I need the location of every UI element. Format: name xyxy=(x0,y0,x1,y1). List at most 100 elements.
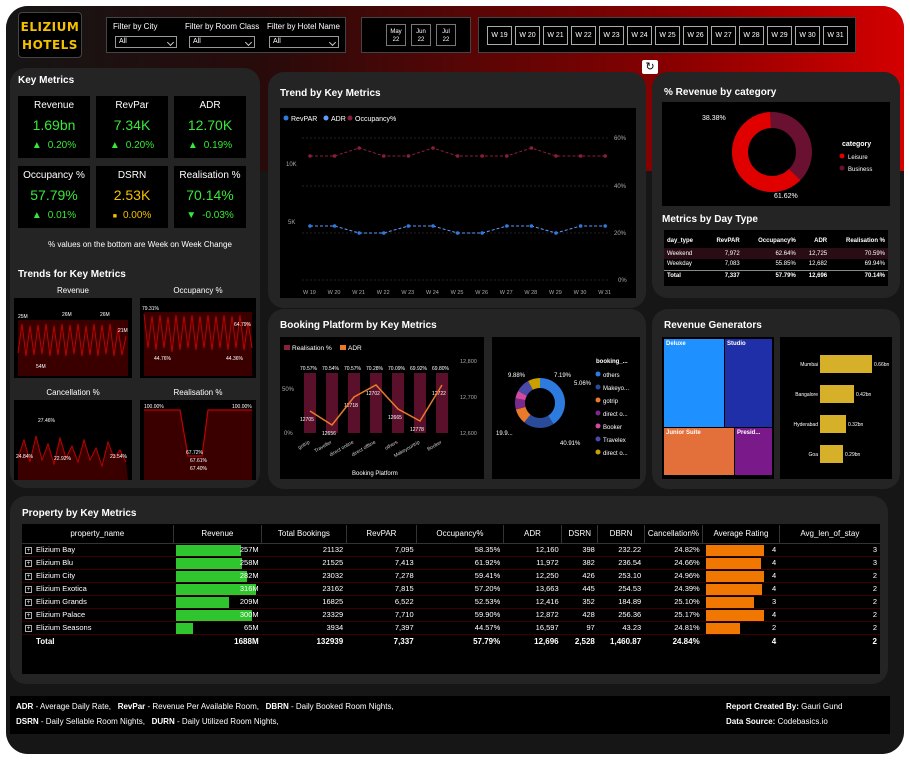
col-header[interactable]: Cancellation% xyxy=(643,525,703,543)
col-header[interactable]: property_name xyxy=(22,525,173,543)
adr-point[interactable] xyxy=(578,224,583,228)
occupancy-point[interactable] xyxy=(357,146,361,150)
col-header[interactable]: ADR xyxy=(799,234,830,248)
realisation-bar[interactable] xyxy=(414,373,426,433)
occupancy-point[interactable] xyxy=(431,146,435,150)
occupancy-point[interactable] xyxy=(332,154,337,158)
filter-room-class-select[interactable]: All xyxy=(189,36,255,48)
author-key: Report Created By: xyxy=(726,702,799,711)
realisation-bar[interactable] xyxy=(370,373,382,433)
expand-icon[interactable]: + xyxy=(25,586,32,593)
trend-x-tick: W 23 xyxy=(401,290,414,296)
occupancy-point[interactable] xyxy=(406,154,411,158)
city-bar[interactable] xyxy=(820,415,846,433)
week-button[interactable]: W 26 xyxy=(683,26,708,45)
adr-point[interactable] xyxy=(382,231,386,235)
occupancy-point[interactable] xyxy=(308,154,312,158)
city-bar[interactable] xyxy=(820,355,872,373)
week-button[interactable]: W 24 xyxy=(627,26,652,45)
col-header[interactable]: day_type xyxy=(664,234,705,248)
revenue-databar xyxy=(176,622,194,634)
adr-point[interactable] xyxy=(357,231,361,235)
expand-icon[interactable]: + xyxy=(25,599,32,606)
occupancy-point[interactable] xyxy=(382,154,386,158)
expand-icon[interactable]: + xyxy=(25,547,32,554)
occupancy-point[interactable] xyxy=(603,154,607,158)
table-row[interactable]: + Elizium Exotica 316M 23162 7,815 57.20% 13,6… xyxy=(22,582,880,595)
adr-point[interactable] xyxy=(455,231,460,235)
kpi-change: ▲ 0.20% xyxy=(18,140,90,151)
trend-x-tick: W 22 xyxy=(377,290,390,296)
table-row[interactable]: + Elizium Seasons 65M 3934 7,397 44.57% 16,597… xyxy=(22,621,880,634)
occupancy-point[interactable] xyxy=(455,154,460,158)
occupancy-point[interactable] xyxy=(529,146,534,150)
month-button[interactable]: Jun 22 xyxy=(411,24,431,46)
adr-point[interactable] xyxy=(554,231,558,235)
revenue-trend-title: Revenue xyxy=(56,286,90,295)
realisation-bar[interactable] xyxy=(304,373,316,433)
occupancy-point[interactable] xyxy=(480,154,484,158)
col-header[interactable]: DSRN xyxy=(561,525,598,543)
col-header[interactable]: Occupancy% xyxy=(416,525,504,543)
col-header[interactable]: Total Bookings xyxy=(261,525,347,543)
table-row[interactable]: + Elizium Bay 257M 21132 7,095 58.35% 12,160 39… xyxy=(22,543,880,556)
adr-point[interactable] xyxy=(308,224,312,228)
col-header[interactable]: Revenue xyxy=(172,525,262,543)
adr-point[interactable] xyxy=(505,224,509,228)
expand-icon[interactable]: + xyxy=(25,625,32,632)
table-row[interactable]: + Elizium Grands 209M 16825 6,522 52.53% 12,41… xyxy=(22,595,880,608)
adr-point[interactable] xyxy=(480,231,484,235)
filter-city-select[interactable]: All xyxy=(115,36,177,48)
week-button[interactable]: W 27 xyxy=(711,26,736,45)
city-bar[interactable] xyxy=(820,445,843,463)
treemap-tile-deluxe[interactable]: Deluxe xyxy=(664,339,724,427)
col-header[interactable]: RevPAR xyxy=(345,525,417,543)
week-button[interactable]: W 31 xyxy=(823,26,848,45)
refresh-icon[interactable]: ↻ xyxy=(642,60,658,74)
city-bar[interactable] xyxy=(820,385,854,403)
adr-point[interactable] xyxy=(431,224,435,228)
treemap-tile-presidential[interactable]: Presid... xyxy=(735,428,772,475)
week-button[interactable]: W 28 xyxy=(739,26,764,45)
col-header[interactable]: Occupancy% xyxy=(743,234,799,248)
kpi-change-value: -0.03% xyxy=(202,210,234,221)
week-button[interactable]: W 29 xyxy=(767,26,792,45)
col-header[interactable]: Realisation % xyxy=(830,234,888,248)
table-row[interactable]: + Elizium Palace 300M 23329 7,710 59.90% 12,87… xyxy=(22,608,880,621)
expand-icon[interactable]: + xyxy=(25,573,32,580)
month-name: Jun xyxy=(416,29,426,35)
week-button[interactable]: W 21 xyxy=(543,26,568,45)
table-row[interactable]: + Elizium City 282M 23032 7,278 59.41% 12,250 4… xyxy=(22,569,880,582)
week-button[interactable]: W 23 xyxy=(599,26,624,45)
realisation-bar[interactable] xyxy=(436,373,448,433)
week-button[interactable]: W 22 xyxy=(571,26,596,45)
adr-point[interactable] xyxy=(529,224,534,228)
col-header[interactable]: ADR xyxy=(502,525,562,543)
occupancy-point[interactable] xyxy=(578,154,583,158)
week-button[interactable]: W 19 xyxy=(487,26,512,45)
rating-databar xyxy=(705,596,754,608)
table-row[interactable]: + Elizium Blu 258M 21525 7,413 61.92% 11,972 38… xyxy=(22,556,880,569)
cell: 1,460.87 xyxy=(610,636,642,646)
occupancy-point[interactable] xyxy=(505,154,509,158)
filter-hotel-select[interactable]: All xyxy=(269,36,339,48)
occupancy-point[interactable] xyxy=(554,154,558,158)
adr-point[interactable] xyxy=(603,224,607,228)
cancellation-trend-label: 27.46% xyxy=(38,418,56,424)
realisation-bar[interactable] xyxy=(392,373,404,433)
week-button[interactable]: W 20 xyxy=(515,26,540,45)
col-header[interactable]: Avg_len_of_stay xyxy=(778,525,880,543)
adr-point[interactable] xyxy=(406,224,411,228)
month-button[interactable]: Jul 22 xyxy=(436,24,456,46)
expand-icon[interactable]: + xyxy=(25,560,32,567)
month-button[interactable]: May 22 xyxy=(386,24,406,46)
adr-point[interactable] xyxy=(332,224,337,228)
col-header[interactable]: RevPAR xyxy=(705,234,743,248)
treemap-tile-studio[interactable]: Studio xyxy=(725,339,772,427)
expand-icon[interactable]: + xyxy=(25,612,32,619)
week-button[interactable]: W 25 xyxy=(655,26,680,45)
treemap-tile-junior-suite[interactable]: Junior Suite xyxy=(664,428,734,475)
week-button[interactable]: W 30 xyxy=(795,26,820,45)
col-header[interactable]: Average Rating xyxy=(702,525,780,543)
col-header[interactable]: DBRN xyxy=(597,525,645,543)
